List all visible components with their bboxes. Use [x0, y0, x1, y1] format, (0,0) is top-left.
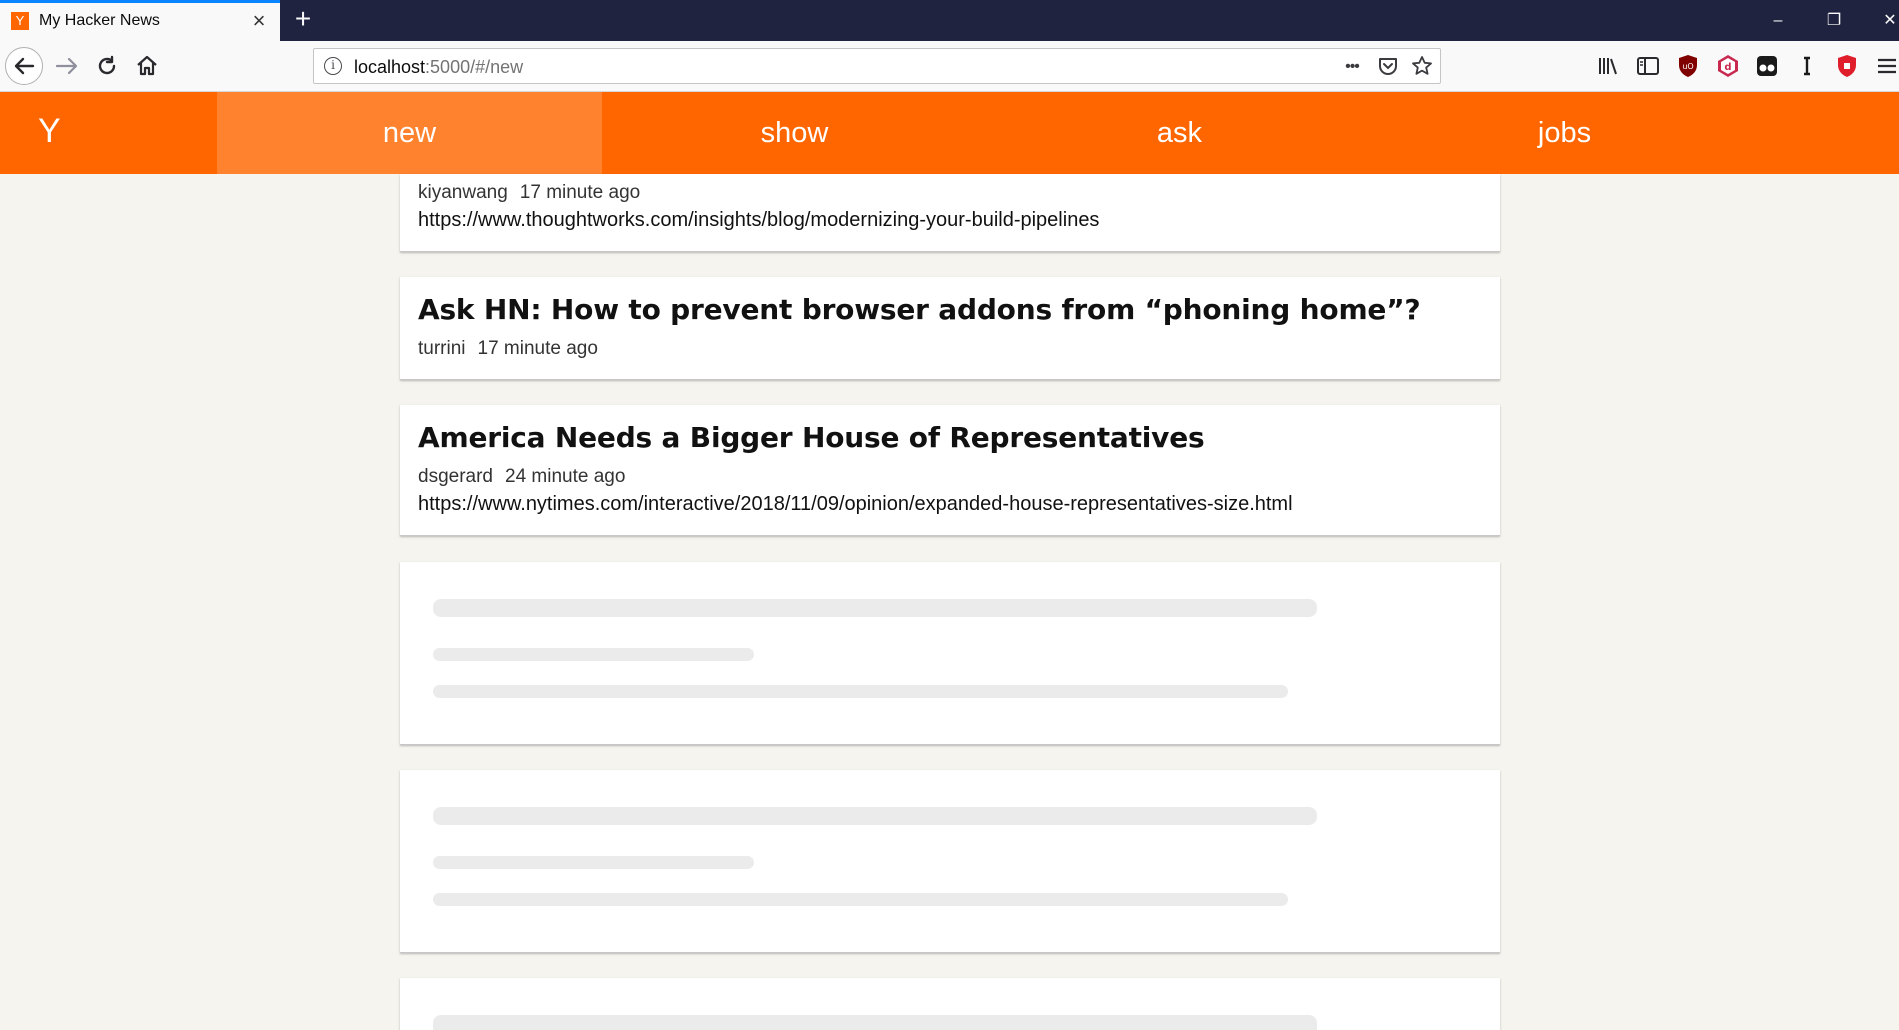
- nav-new[interactable]: new: [217, 92, 602, 174]
- nav-ask[interactable]: ask: [987, 92, 1372, 174]
- loading-placeholder-card: [400, 562, 1500, 745]
- pocket-icon[interactable]: [1376, 55, 1400, 79]
- loading-placeholder-card: [400, 978, 1500, 1030]
- story-title[interactable]: America Needs a Bigger House of Represen…: [418, 421, 1205, 454]
- minimize-icon[interactable]: –: [1766, 9, 1790, 33]
- site-info-icon[interactable]: i: [324, 57, 342, 75]
- url-path: :5000/#/new: [425, 57, 524, 77]
- story-card[interactable]: kiyanwang 17 minute ago https://www.thoug…: [400, 174, 1500, 252]
- new-tab-icon[interactable]: +: [289, 5, 317, 34]
- story-card[interactable]: Ask HN: How to prevent browser addons fr…: [400, 277, 1500, 380]
- svg-text:d: d: [1724, 62, 1731, 73]
- decentraleyes-icon[interactable]: d: [1715, 53, 1741, 79]
- skeleton-line: [433, 599, 1317, 617]
- menu-icon[interactable]: [1874, 53, 1899, 79]
- url-bar[interactable]: i localhost:5000/#/new •••: [313, 48, 1441, 84]
- page-actions-icon[interactable]: •••: [1340, 55, 1364, 79]
- nav-show[interactable]: show: [602, 92, 987, 174]
- back-arrow-icon[interactable]: [5, 47, 43, 85]
- forward-arrow-icon[interactable]: [52, 51, 82, 81]
- skeleton-line: [433, 893, 1288, 906]
- skeleton-line: [433, 856, 754, 869]
- story-author[interactable]: turrini: [418, 338, 466, 359]
- ublock-origin-icon[interactable]: uO: [1675, 53, 1701, 79]
- svg-text:uO: uO: [1682, 62, 1693, 71]
- close-window-icon[interactable]: ✕: [1878, 9, 1899, 33]
- skeleton-line: [433, 648, 754, 661]
- story-meta: kiyanwang 17 minute ago: [418, 182, 640, 204]
- bookmark-star-icon[interactable]: [1410, 55, 1434, 79]
- url-host: localhost: [354, 57, 426, 77]
- tampermonkey-icon[interactable]: [1754, 53, 1780, 79]
- loading-placeholder-card: [400, 770, 1500, 953]
- sidebar-icon[interactable]: [1635, 53, 1661, 79]
- story-card[interactable]: America Needs a Bigger House of Represen…: [400, 405, 1500, 536]
- library-icon[interactable]: [1596, 53, 1622, 79]
- skeleton-line: [433, 1015, 1317, 1030]
- url-text[interactable]: localhost:5000/#/new: [354, 57, 523, 78]
- story-meta: dsgerard 24 minute ago: [418, 466, 625, 488]
- skeleton-line: [433, 807, 1317, 825]
- story-author[interactable]: dsgerard: [418, 466, 493, 487]
- story-url[interactable]: https://www.thoughtworks.com/insights/bl…: [418, 209, 1099, 232]
- tab-title: My Hacker News: [39, 12, 160, 29]
- hacker-news-favicon-icon: Y: [11, 12, 29, 30]
- text-cursor-icon[interactable]: [1794, 53, 1820, 79]
- reload-icon[interactable]: [92, 51, 122, 81]
- shield-icon[interactable]: [1834, 53, 1860, 79]
- app-logo[interactable]: Y: [38, 112, 61, 151]
- story-time: 24 minute ago: [505, 466, 626, 487]
- story-url[interactable]: https://www.nytimes.com/interactive/2018…: [418, 493, 1293, 516]
- home-icon[interactable]: [132, 51, 162, 81]
- skeleton-line: [433, 685, 1288, 698]
- story-meta: turrini 17 minute ago: [418, 338, 598, 360]
- story-author[interactable]: kiyanwang: [418, 182, 508, 203]
- story-title[interactable]: Ask HN: How to prevent browser addons fr…: [418, 293, 1421, 326]
- tab-close-icon[interactable]: ×: [249, 10, 269, 32]
- nav-jobs[interactable]: jobs: [1372, 92, 1757, 174]
- app-header: Y new show ask jobs: [0, 92, 1899, 174]
- browser-tab-bar: Y My Hacker News × + – ❐ ✕: [0, 0, 1899, 41]
- restore-icon[interactable]: ❐: [1822, 9, 1846, 33]
- browser-toolbar: i localhost:5000/#/new ••• uO d: [0, 41, 1899, 92]
- browser-tab[interactable]: Y My Hacker News ×: [0, 0, 280, 41]
- story-time: 17 minute ago: [477, 338, 598, 359]
- story-time: 17 minute ago: [519, 182, 641, 203]
